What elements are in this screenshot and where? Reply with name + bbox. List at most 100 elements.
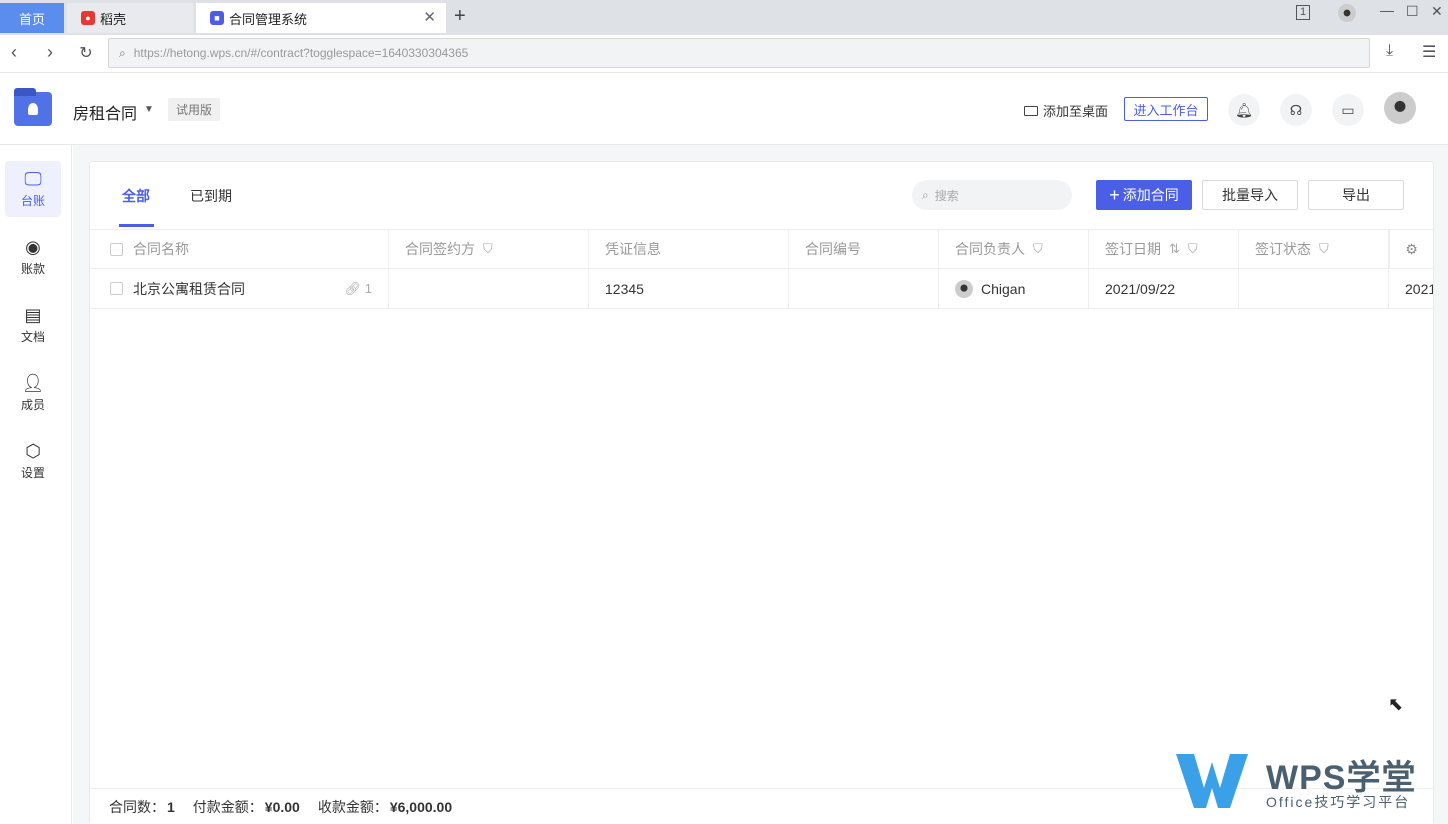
menu-icon[interactable]: ☰ bbox=[1422, 42, 1436, 62]
tab-expired[interactable]: 已到期 bbox=[190, 186, 232, 206]
column-label: 合同编号 bbox=[805, 241, 861, 257]
caret-down-icon[interactable]: ▼ bbox=[144, 104, 154, 115]
attachment-count[interactable]: 🔗︎ 1 bbox=[345, 281, 372, 297]
forward-icon[interactable]: › bbox=[40, 42, 60, 63]
column-label: 合同名称 bbox=[133, 241, 189, 257]
tab-contract-label: 合同管理系统 bbox=[229, 11, 308, 27]
filter-icon[interactable]: ⛉ bbox=[1188, 241, 1198, 257]
batch-import-button[interactable]: 批量导入 bbox=[1202, 180, 1298, 210]
close-window-icon[interactable]: ✕ bbox=[1431, 3, 1443, 20]
document-icon: ▤ bbox=[24, 305, 42, 325]
column-label: 合同负责人 bbox=[955, 241, 1025, 257]
active-tab-indicator bbox=[119, 224, 154, 227]
tab-daoke[interactable]: ● 稻壳 bbox=[67, 3, 193, 33]
search-icon: ⌕ bbox=[119, 45, 126, 60]
bell-icon[interactable]: 🔔︎ bbox=[1228, 94, 1260, 126]
date-value: 2021/09/22 bbox=[1105, 280, 1176, 297]
count-label: 合同数： bbox=[109, 798, 165, 815]
search-input[interactable]: ⌕ 搜索 bbox=[912, 180, 1072, 210]
app-logo bbox=[14, 88, 52, 126]
cell-date: 2021/09/22 bbox=[1089, 269, 1239, 308]
app-header: 房租合同 ▼ 试用版 添加至桌面 进入工作台 🔔︎ ☊ ▭ bbox=[0, 74, 1448, 145]
sort-icon[interactable]: ⇅ bbox=[1169, 241, 1180, 257]
sidebar-item-members[interactable]: 👤︎ 成员 bbox=[5, 365, 61, 421]
cell-party bbox=[389, 269, 589, 308]
receive-label: 收款金额： bbox=[317, 798, 388, 815]
window-count-icon[interactable]: 1 bbox=[1296, 5, 1311, 20]
sidebar-item-label: 设置 bbox=[20, 466, 45, 480]
column-header-status: 签订状态 ⛉ bbox=[1239, 230, 1389, 268]
cell-voucher: 12345 bbox=[589, 269, 789, 308]
gear-icon[interactable]: ⚙ bbox=[1405, 241, 1418, 258]
sidebar-item-documents[interactable]: ▤ 文档 bbox=[5, 297, 61, 353]
enter-workbench-button[interactable]: 进入工作台 bbox=[1124, 97, 1208, 121]
attachment-number: 1 bbox=[364, 280, 372, 296]
wps-logo bbox=[1176, 754, 1248, 808]
count-value: 1 bbox=[167, 798, 175, 815]
add-contract-button[interactable]: + 添加合同 bbox=[1096, 180, 1192, 210]
row-checkbox[interactable] bbox=[110, 282, 123, 295]
filter-icon[interactable]: ⛉ bbox=[1033, 241, 1043, 257]
cell-extra: 2021 bbox=[1389, 269, 1433, 308]
payment-icon: ◉ bbox=[25, 237, 41, 257]
sidebar-item-payment[interactable]: ◉ 账款 bbox=[5, 229, 61, 285]
select-all-checkbox[interactable] bbox=[110, 242, 123, 256]
presentation-icon[interactable]: ▭ bbox=[1332, 94, 1364, 126]
space-title[interactable]: 房租合同 bbox=[73, 100, 137, 124]
contract-name[interactable]: 北京公寓租赁合同 bbox=[133, 279, 245, 299]
owner-value: Chigan bbox=[981, 280, 1026, 297]
browser-avatar[interactable] bbox=[1338, 4, 1356, 22]
download-icon[interactable]: ⤓ bbox=[1386, 42, 1393, 60]
cell-owner: Chigan bbox=[939, 269, 1089, 308]
filter-icon[interactable]: ⛉ bbox=[483, 241, 493, 257]
pay-value: ¥0.00 bbox=[264, 798, 300, 815]
export-button[interactable]: 导出 bbox=[1308, 180, 1404, 210]
sidebar-item-settings[interactable]: ⬡ 设置 bbox=[5, 433, 61, 489]
add-to-desktop-button[interactable]: 添加至桌面 bbox=[1024, 101, 1108, 120]
tab-all[interactable]: 全部 bbox=[122, 186, 150, 206]
headset-icon[interactable]: ☊ bbox=[1280, 94, 1312, 126]
sidebar-item-label: 文档 bbox=[20, 330, 45, 344]
search-icon: ⌕ bbox=[922, 187, 929, 202]
maximize-icon[interactable]: ☐ bbox=[1406, 3, 1419, 20]
sidebar-item-ledger[interactable]: 🖵︎ 台账 bbox=[5, 161, 61, 217]
window-count: 1 bbox=[1300, 6, 1307, 18]
new-tab-button[interactable]: + bbox=[454, 5, 466, 28]
filter-icon[interactable]: ⛉ bbox=[1319, 241, 1329, 257]
search-placeholder: 搜索 bbox=[934, 188, 959, 203]
column-label: 签订日期 bbox=[1105, 241, 1161, 257]
user-avatar[interactable] bbox=[1384, 92, 1416, 124]
left-sidebar: 🖵︎ 台账 ◉ 账款 ▤ 文档 👤︎ 成员 ⬡ 设置 bbox=[0, 145, 72, 824]
minimize-icon[interactable]: — bbox=[1380, 2, 1394, 18]
settings-icon: ⬡ bbox=[25, 441, 41, 461]
column-label: 合同签约方 bbox=[405, 241, 475, 257]
monitor-icon bbox=[1024, 105, 1038, 116]
add-to-desktop-label: 添加至桌面 bbox=[1043, 104, 1109, 119]
cell-name: 北京公寓租赁合同 🔗︎ 1 bbox=[90, 269, 389, 308]
close-tab-icon[interactable]: ✕ bbox=[423, 8, 436, 26]
sidebar-item-label: 台账 bbox=[20, 194, 45, 208]
contract-app-icon: ■ bbox=[210, 11, 224, 25]
watermark-subtitle: Office技巧学习平台 bbox=[1266, 794, 1411, 810]
add-contract-label: 添加合同 bbox=[1122, 187, 1179, 203]
pay-label: 付款金额： bbox=[192, 798, 263, 815]
url-field[interactable]: ⌕ https://hetong.wps.cn/#/contract?toggl… bbox=[108, 38, 1370, 68]
tab-daoke-label: 稻壳 bbox=[100, 11, 127, 27]
browser-tabbar: 首页 ● 稻壳 ■ 合同管理系统 ✕ + 1 — ☐ ✕ bbox=[0, 0, 1448, 35]
tab-home[interactable]: 首页 bbox=[0, 3, 64, 33]
ledger-icon: 🖵︎ bbox=[24, 169, 42, 189]
extra-value: 2021 bbox=[1405, 280, 1433, 297]
reload-icon[interactable]: ↻ bbox=[76, 43, 96, 63]
sidebar-item-label: 成员 bbox=[20, 398, 45, 412]
column-header-voucher: 凭证信息 bbox=[589, 230, 789, 268]
plus-icon: + bbox=[1109, 184, 1120, 205]
receive-value: ¥6,000.00 bbox=[389, 798, 453, 815]
cell-number bbox=[789, 269, 939, 308]
tab-contract-system[interactable]: ■ 合同管理系统 ✕ bbox=[196, 3, 446, 33]
sidebar-item-label: 账款 bbox=[20, 262, 45, 276]
column-header-date: 签订日期 ⇅ ⛉ bbox=[1089, 230, 1239, 268]
column-settings: ⚙ bbox=[1389, 230, 1433, 268]
column-label: 签订状态 bbox=[1255, 241, 1311, 257]
back-icon[interactable]: ‹ bbox=[4, 42, 24, 63]
table-row[interactable]: 北京公寓租赁合同 🔗︎ 1 12345 Chigan 2021/09/22 20… bbox=[90, 269, 1433, 309]
